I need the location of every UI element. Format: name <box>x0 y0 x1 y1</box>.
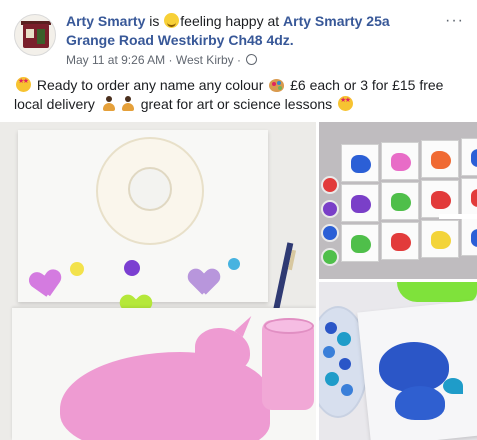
avatar-shop-window <box>26 29 34 38</box>
photo-bottom-right[interactable] <box>319 282 477 440</box>
stencil-card <box>421 180 459 218</box>
craft-button <box>337 332 351 346</box>
pink-paint-lid <box>264 318 314 334</box>
stencil-card <box>381 142 419 180</box>
globe-icon[interactable] <box>246 54 258 65</box>
post-date-link[interactable]: May 11 at 9:26 AM <box>66 53 165 67</box>
photo-top-right[interactable] <box>319 122 477 279</box>
stencil-shape <box>431 231 451 249</box>
green-paint <box>397 282 477 302</box>
stencil-shape <box>391 233 411 251</box>
more-options-icon[interactable]: ··· <box>445 12 464 30</box>
stencil-shape <box>391 153 411 171</box>
stencil-card <box>461 178 477 216</box>
stencil-card <box>421 140 459 178</box>
post-header-text: Arty Smarty is feeling happy at Arty Sma… <box>66 12 446 50</box>
stencil-card <box>341 144 379 182</box>
star-struck-icon <box>16 77 31 92</box>
author-link[interactable]: Arty Smarty <box>66 13 145 29</box>
meta-separator-2: · <box>237 53 241 67</box>
whale-tail <box>443 378 463 394</box>
palette-paint-red <box>272 82 277 86</box>
place-link-line2[interactable]: Grange Road Westkirby Ch48 4dz. <box>66 32 294 48</box>
stencil-card <box>341 184 379 222</box>
stencil-shape <box>471 229 477 247</box>
place-link-line1[interactable]: Arty Smarty 25a <box>283 13 390 29</box>
palette-paint-green <box>278 86 283 90</box>
blue-whale-buttons <box>379 342 449 392</box>
paint-pot-red <box>321 176 339 194</box>
stencil-card <box>381 222 419 260</box>
button-pile <box>319 318 363 406</box>
stencil-shape <box>471 149 477 167</box>
post-meta: May 11 at 9:26 AM · West Kirby · <box>66 53 258 67</box>
stencil-card <box>341 224 379 262</box>
paint-pot-blue <box>321 224 339 242</box>
stencil-card <box>421 220 459 258</box>
meta-separator: · <box>168 53 173 67</box>
stencil-shape <box>391 193 411 211</box>
avatar-shop-door <box>37 29 45 44</box>
paint-pot-green <box>321 248 339 266</box>
post-line1b: £6 each or 3 for £15 free <box>290 77 444 93</box>
craft-button <box>325 322 337 334</box>
location-link[interactable]: West Kirby <box>176 53 234 67</box>
blue-dot <box>228 258 240 270</box>
smiling-face-icon <box>164 13 180 28</box>
star-struck-icon-2 <box>338 96 354 111</box>
is-text: is <box>149 13 160 29</box>
white-strip <box>439 214 477 219</box>
stencil-shape <box>471 189 477 207</box>
stencil-card <box>381 182 419 220</box>
post-line2b: great for art or science lessons <box>140 96 333 112</box>
photo-main[interactable]: O L I V I A <box>0 122 316 440</box>
stencil-card <box>461 218 477 256</box>
blue-whale-buttons-2 <box>395 386 445 420</box>
paint-pots <box>321 176 341 272</box>
stencil-shape <box>351 235 371 253</box>
stencil-shape <box>351 155 371 173</box>
person-in-lotus-icon <box>101 96 116 111</box>
artist-palette-icon <box>269 79 285 92</box>
lilac-heart <box>190 269 219 294</box>
yellow-dot <box>70 262 84 276</box>
post-body: Ready to order any name any colour £6 ea… <box>14 76 464 114</box>
stencil-shape <box>431 151 451 169</box>
post-header: Arty Smarty is feeling happy at Arty Sma… <box>14 10 464 70</box>
craft-button <box>341 384 353 396</box>
craft-button <box>323 346 335 358</box>
photo-grid: O L I V I A <box>0 122 477 440</box>
page-avatar[interactable] <box>14 14 56 56</box>
craft-button <box>339 358 351 370</box>
palette-paint-blue <box>277 81 282 85</box>
craft-button <box>325 372 339 386</box>
pink-heart <box>30 269 63 299</box>
purple-gem <box>124 260 140 276</box>
paint-pot-purple <box>321 200 339 218</box>
post-line1: Ready to order any name any colour <box>36 77 264 93</box>
stencil-shape <box>351 195 371 213</box>
wreath-center <box>128 167 172 211</box>
stencil-shape <box>431 191 451 209</box>
person-in-lotus-icon-2 <box>120 96 135 111</box>
post-line2: local delivery <box>14 96 95 112</box>
feeling-text: feeling happy at <box>180 13 280 29</box>
stencil-card <box>461 138 477 176</box>
